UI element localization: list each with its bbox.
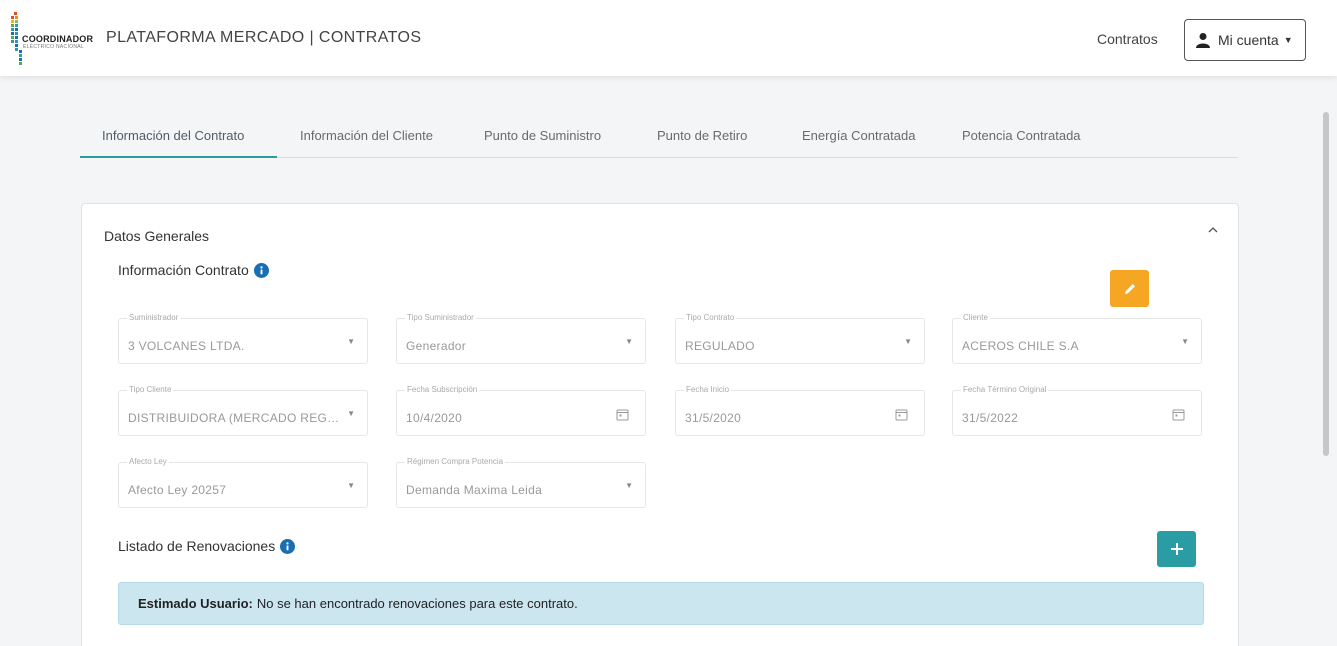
fecha-inicio-input[interactable]: Fecha Inicio 31/5/2020 [675,385,925,436]
field-label: Tipo Cliente [127,385,174,394]
page-scrollbar[interactable] [1323,112,1329,456]
field-label: Afecto Ley [127,457,169,466]
account-label: Mi cuenta [1218,32,1279,48]
tab-potencia-contratada[interactable]: Potencia Contratada [962,128,1081,143]
tab-bar: Información del Contrato Información del… [80,118,1238,158]
plus-icon [1170,543,1183,555]
pencil-icon [1124,283,1135,294]
field-label: Cliente [961,313,990,322]
section-listado-renovaciones: Listado de Renovaciones [118,538,296,554]
active-tab-indicator [80,156,277,158]
tab-energia-contratada[interactable]: Energía Contratada [802,128,915,143]
tipo-cliente-select[interactable]: Tipo Cliente DISTRIBUIDORA (MERCADO REGU… [118,385,368,436]
calendar-icon[interactable] [616,408,629,421]
caret-down-icon: ▼ [625,337,633,346]
add-renovacion-button[interactable] [1157,531,1196,567]
calendar-icon[interactable] [1172,408,1185,421]
section-title-text: Listado de Renovaciones [118,538,276,554]
datos-generales-card: Datos Generales Información Contrato Sum… [81,203,1239,646]
field-value: 31/5/2022 [962,411,1019,425]
field-value: 10/4/2020 [406,411,463,425]
caret-down-icon: ▼ [1283,35,1293,45]
tab-punto-suministro[interactable]: Punto de Suministro [484,128,601,143]
tipo-suministrador-select[interactable]: Tipo Suministrador Generador ▼ [396,313,646,364]
field-label: Suministrador [127,313,181,322]
section-informacion-contrato: Información Contrato [118,262,269,278]
field-value: DISTRIBUIDORA (MERCADO REGUL... [128,411,343,425]
field-label: Tipo Suministrador [405,313,476,322]
field-value: Demanda Maxima Leida [406,483,543,497]
field-label: Fecha Término Original [961,385,1049,394]
caret-down-icon: ▼ [347,481,355,490]
field-label: Fecha Inicio [684,385,732,394]
tab-punto-retiro[interactable]: Punto de Retiro [657,128,747,143]
caret-down-icon: ▼ [347,337,355,346]
field-value: REGULADO [685,339,755,353]
logo-text: COORDINADOR [22,34,94,44]
suministrador-select[interactable]: Suministrador 3 VOLCANES LTDA. ▼ [118,313,368,364]
tab-informacion-cliente[interactable]: Información del Cliente [300,128,433,143]
card-title: Datos Generales [104,228,210,244]
account-dropdown-button[interactable]: Mi cuenta ▼ [1184,19,1306,61]
tipo-contrato-select[interactable]: Tipo Contrato REGULADO ▼ [675,313,925,364]
field-value: Afecto Ley 20257 [128,483,227,497]
tab-informacion-contrato[interactable]: Información del Contrato [102,128,244,143]
user-icon [1196,33,1210,48]
regimen-compra-potencia-select[interactable]: Régimen Compra Potencia Demanda Maxima L… [396,457,646,508]
alert-strong-text: Estimado Usuario: [138,596,253,611]
nav-link-contratos[interactable]: Contratos [1097,31,1158,47]
calendar-icon[interactable] [895,408,908,421]
info-icon[interactable] [253,262,269,278]
section-title-text: Información Contrato [118,262,249,278]
edit-button[interactable] [1110,270,1149,307]
caret-down-icon: ▼ [1181,337,1189,346]
app-title: PLATAFORMA MERCADO | CONTRATOS [106,29,422,46]
afecto-ley-select[interactable]: Afecto Ley Afecto Ley 20257 ▼ [118,457,368,508]
field-value: 31/5/2020 [685,411,742,425]
cliente-select[interactable]: Cliente ACEROS CHILE S.A ▼ [952,313,1202,364]
field-value: 3 VOLCANES LTDA. [128,339,245,353]
info-icon[interactable] [280,538,296,554]
caret-down-icon: ▼ [625,481,633,490]
fecha-subscripcion-input[interactable]: Fecha Subscripción 10/4/2020 [396,385,646,436]
coordinador-logo[interactable]: COORDINADOR ELÉCTRICO NACIONAL [10,10,102,68]
field-label: Régimen Compra Potencia [405,457,506,466]
fecha-termino-original-input[interactable]: Fecha Término Original 31/5/2022 [952,385,1202,436]
no-renovaciones-alert: Estimado Usuario: No se han encontrado r… [118,582,1204,625]
caret-down-icon: ▼ [904,337,912,346]
alert-text: No se han encontrado renovaciones para e… [256,596,578,611]
field-value: ACEROS CHILE S.A [962,339,1079,353]
top-navbar: COORDINADOR ELÉCTRICO NACIONAL PLATAFORM… [0,0,1337,76]
field-value: Generador [406,339,467,353]
field-label: Fecha Subscripción [405,385,480,394]
logo-subtext: ELÉCTRICO NACIONAL [23,44,84,50]
caret-down-icon: ▼ [347,409,355,418]
chevron-up-icon[interactable] [1206,223,1220,237]
field-label: Tipo Contrato [684,313,737,322]
